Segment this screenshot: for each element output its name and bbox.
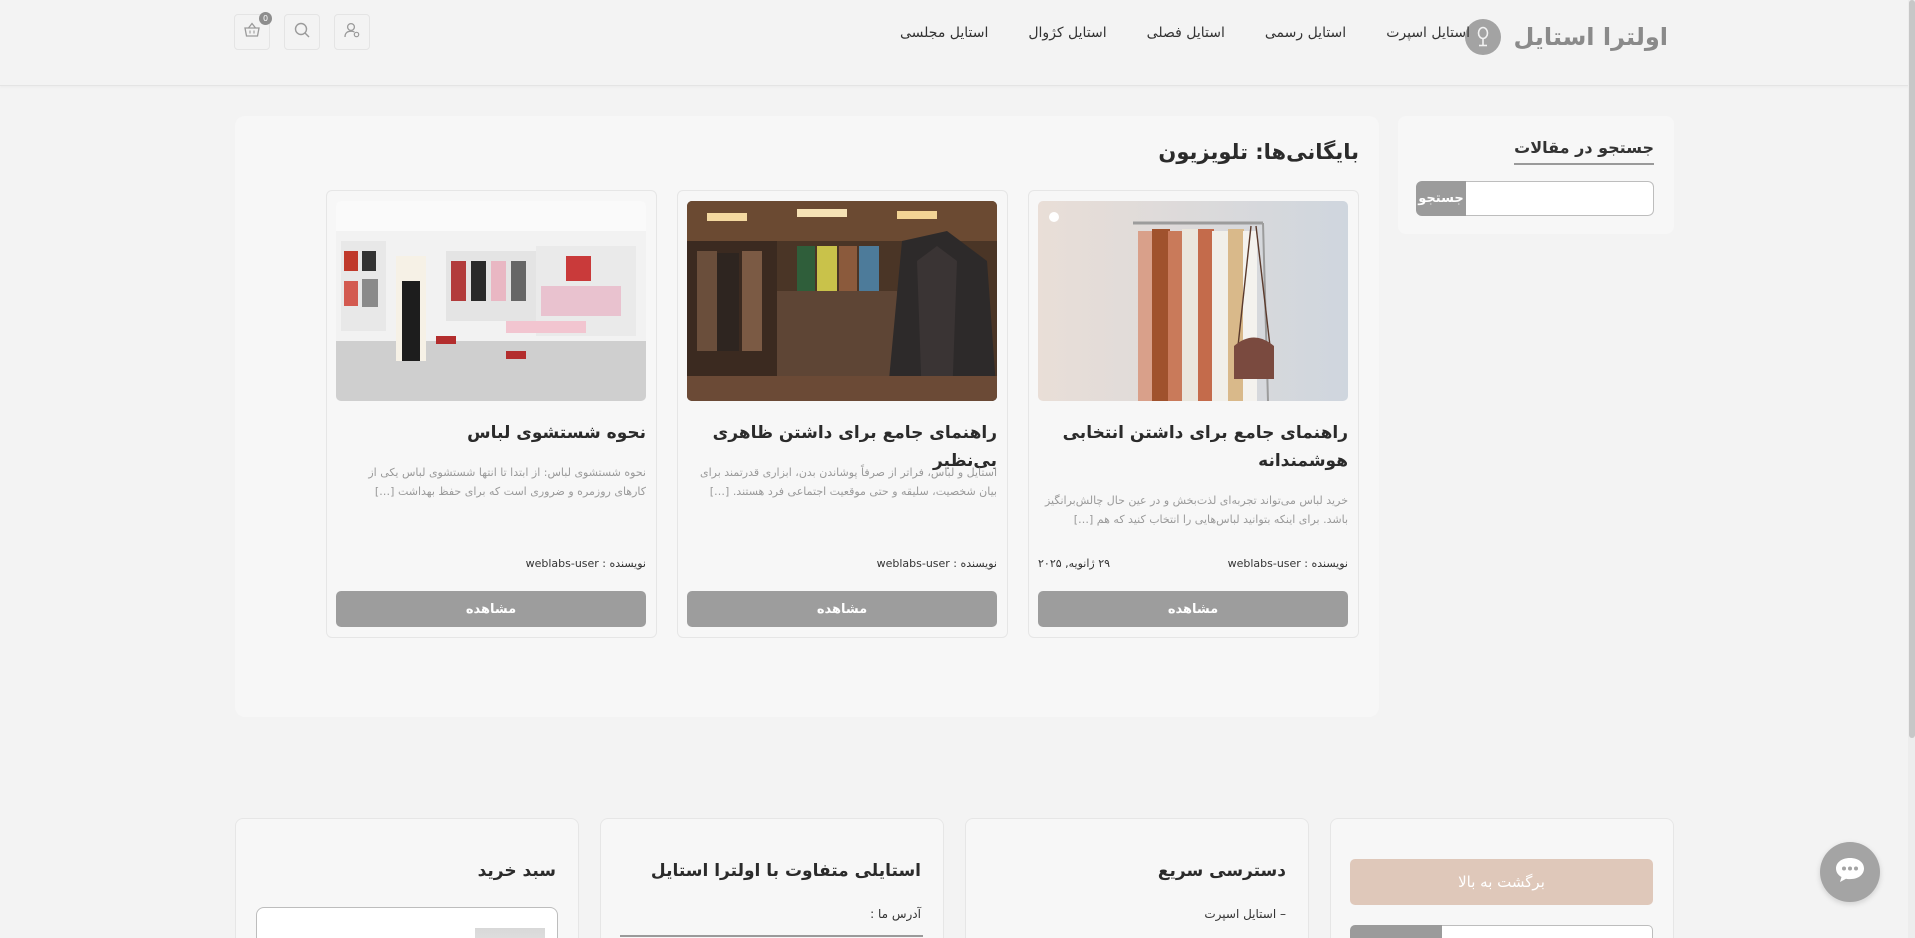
user-icon	[343, 21, 361, 43]
archive-content: بایگانی‌ها: تلویزیون	[235, 116, 1379, 717]
post-excerpt: نحوه شستشوی لباس: از ابتدا تا انتها شستش…	[368, 466, 646, 498]
footer-newsletter-form	[1350, 925, 1653, 938]
search-button[interactable]	[284, 14, 320, 50]
view-post-button[interactable]: مشاهده	[1038, 591, 1348, 627]
address-label: آدرس ما :	[870, 907, 921, 921]
main-nav: استایل اسپرت استایل رسمی استایل فصلی است…	[900, 25, 1470, 41]
post-card: راهنمای جامع برای داشتن ظاهری بی‌نظیر اس…	[677, 190, 1008, 638]
post-title[interactable]: نحوه شستشوی لباس	[336, 419, 646, 447]
basket-icon	[243, 21, 261, 43]
post-author: نویسنده : weblabs-user	[525, 557, 646, 570]
about-title: استایلی متفاوت با اولترا استایل	[650, 861, 921, 881]
nav-item-casual[interactable]: استایل کژوال	[1028, 25, 1106, 41]
view-post-button[interactable]: مشاهده	[687, 591, 997, 627]
archive-title: بایگانی‌ها: تلویزیون	[1158, 140, 1359, 164]
cart-button[interactable]: 0	[234, 12, 272, 50]
post-image-store-interior[interactable]	[336, 201, 646, 401]
post-image-jackets-store[interactable]	[687, 201, 997, 401]
article-search-widget: جستجو در مقالات جستجو	[1398, 116, 1674, 234]
chat-bubble-icon	[1833, 855, 1867, 889]
post-excerpt: استایل و لباس، فراتر از صرفاً پوشاندن بد…	[699, 466, 997, 498]
brand-name: اولترا استایل	[1513, 23, 1668, 51]
post-card: نحوه شستشوی لباس نحوه شستشوی لباس: از اب…	[326, 190, 657, 638]
footer-newsletter: برگشت به بالا	[1330, 818, 1674, 938]
cart-count-badge: 0	[259, 12, 272, 25]
post-meta: نویسنده : weblabs-user	[687, 557, 997, 570]
nav-item-formal[interactable]: استایل رسمی	[1265, 25, 1346, 41]
footer-about: استایلی متفاوت با اولترا استایل آدرس ما …	[600, 818, 944, 938]
cart-preview	[256, 907, 558, 938]
header-actions: 0	[234, 12, 370, 50]
site-header: اولترا استایل استایل اسپرت استایل رسمی ا…	[0, 0, 1915, 86]
brand[interactable]: اولترا استایل	[1465, 18, 1668, 56]
quick-access-title: دسترسی سریع	[1157, 861, 1286, 881]
page-scrollbar-thumb[interactable]	[1909, 0, 1915, 738]
back-to-top-button[interactable]: برگشت به بالا	[1350, 859, 1653, 905]
cart-item-thumbnail[interactable]	[475, 928, 545, 938]
footer-cart: سبد خرید	[235, 818, 579, 938]
post-title[interactable]: راهنمای جامع برای داشتن انتخابی هوشمندان…	[1038, 419, 1348, 475]
nav-item-seasonal[interactable]: استایل فصلی	[1147, 25, 1225, 41]
chat-button[interactable]	[1820, 842, 1880, 902]
newsletter-submit-button[interactable]	[1350, 925, 1442, 938]
article-search-button[interactable]: جستجو	[1416, 181, 1466, 216]
post-excerpt: خرید لباس می‌تواند تجربه‌ای لذت‌بخش و در…	[1044, 494, 1348, 526]
post-author: نویسنده : weblabs-user	[876, 557, 997, 570]
view-post-button[interactable]: مشاهده	[336, 591, 646, 627]
search-icon	[293, 21, 311, 43]
nav-item-party[interactable]: استایل مجلسی	[900, 25, 988, 41]
footer-quick-access: دسترسی سریع – استایل اسپرت	[965, 818, 1309, 938]
quick-access-link-sport[interactable]: – استایل اسپرت	[1204, 907, 1286, 921]
post-card: راهنمای جامع برای داشتن انتخابی هوشمندان…	[1028, 190, 1359, 638]
post-date: ۲۹ ژانویه, ۲۰۲۵	[1038, 557, 1111, 570]
newsletter-input[interactable]	[1442, 925, 1653, 938]
post-image-clothes-rack[interactable]	[1038, 201, 1348, 401]
post-list: راهنمای جامع برای داشتن انتخابی هوشمندان…	[326, 190, 1359, 638]
article-search-title: جستجو در مقالات	[1514, 138, 1654, 165]
post-author: نویسنده : weblabs-user	[1227, 557, 1348, 570]
cart-title: سبد خرید	[477, 861, 556, 881]
article-search-form: جستجو	[1416, 181, 1654, 216]
post-meta: نویسنده : weblabs-user ۲۹ ژانویه, ۲۰۲۵	[1038, 557, 1348, 570]
mannequin-logo-icon	[1465, 19, 1502, 55]
post-meta: نویسنده : weblabs-user	[336, 557, 646, 570]
article-search-input[interactable]	[1466, 181, 1654, 216]
user-account-button[interactable]	[334, 14, 370, 50]
nav-item-sport[interactable]: استایل اسپرت	[1386, 25, 1470, 41]
